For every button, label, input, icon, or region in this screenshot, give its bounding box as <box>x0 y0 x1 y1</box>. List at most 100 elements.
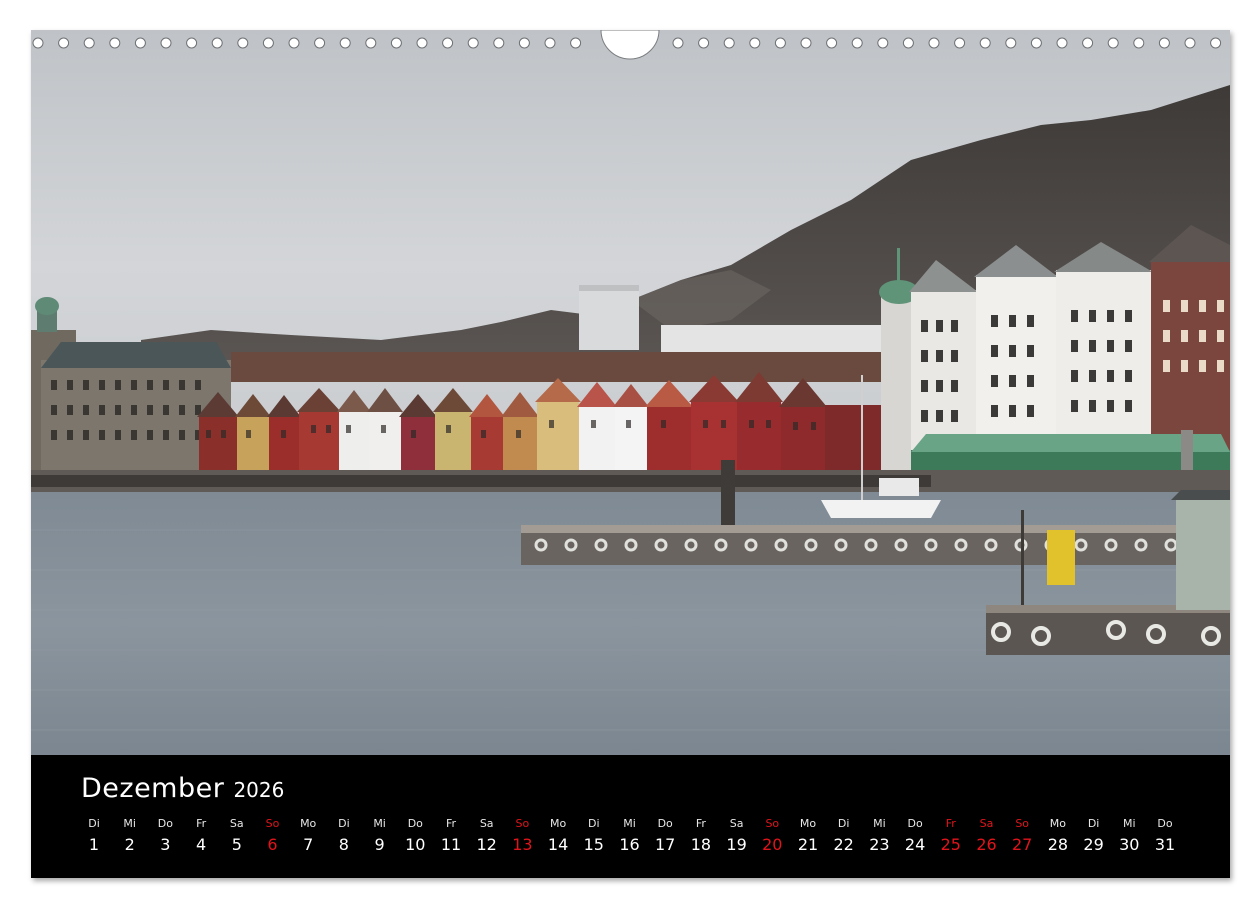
day-number: 1 <box>88 835 100 854</box>
weekday-label: Sa <box>729 817 744 830</box>
day-number: 31 <box>1154 835 1176 854</box>
harbor-photo <box>31 30 1230 755</box>
binding-hole <box>826 37 838 49</box>
weekday-label: Mi <box>1123 817 1136 830</box>
binding-hole <box>1107 37 1119 49</box>
day-cell: Di 29 <box>1076 817 1112 859</box>
binding-hole <box>211 37 223 49</box>
day-number: 24 <box>904 835 926 854</box>
day-number: 28 <box>1047 835 1069 854</box>
weekday-label: Fr <box>695 817 706 830</box>
weekday-label: Mi <box>373 817 386 830</box>
binding-hole <box>237 37 249 49</box>
month-name: Dezember <box>81 773 225 804</box>
day-number: 21 <box>797 835 819 854</box>
binding-hole <box>954 37 966 49</box>
weekday-label: So <box>765 817 780 830</box>
binding-hole <box>749 37 761 49</box>
day-number: 25 <box>940 835 961 854</box>
binding-hole <box>467 37 479 49</box>
weekday-label: Mo <box>549 817 567 830</box>
binding-hole <box>365 37 377 49</box>
day-cell: So 6 <box>255 817 291 859</box>
day-cell: Di 15 <box>576 817 612 859</box>
binding-hole <box>160 37 172 49</box>
day-cell: Di 8 <box>326 817 362 859</box>
day-cell: Mi 30 <box>1111 817 1147 859</box>
year-label: 2026 <box>233 778 285 802</box>
binding-hole <box>1133 37 1145 49</box>
weekday-label: Fr <box>945 817 956 830</box>
day-cell: So 13 <box>504 817 540 859</box>
day-number: 29 <box>1083 835 1104 854</box>
day-number: 26 <box>976 835 997 854</box>
binding-hole <box>58 37 70 49</box>
day-cell: So 20 <box>754 817 790 859</box>
day-number: 4 <box>196 835 207 854</box>
weekday-label: Do <box>407 817 423 830</box>
binding-hole <box>851 37 863 49</box>
weekday-label: Mo <box>300 817 317 830</box>
weekday-label: Mo <box>799 817 817 830</box>
day-cell: Fr 18 <box>683 817 719 859</box>
day-number: 14 <box>547 835 569 854</box>
day-number: 13 <box>512 835 533 854</box>
binding-hole <box>544 37 556 49</box>
binding-hole <box>83 37 95 49</box>
binding-hole <box>928 37 940 49</box>
binding-hole <box>1005 37 1017 49</box>
day-number: 12 <box>476 835 497 854</box>
hanger-notch <box>600 29 660 60</box>
binding-hole <box>672 37 684 49</box>
weekday-label: Di <box>88 817 100 830</box>
day-number: 2 <box>124 835 135 854</box>
bryggen-harbor-illustration <box>31 30 1230 755</box>
weekday-label: Di <box>1087 817 1100 830</box>
day-cell: Sa 5 <box>219 817 255 859</box>
day-number: 23 <box>869 835 890 854</box>
spiral-binding <box>31 29 1230 60</box>
binding-hole <box>518 37 530 49</box>
binding-hole <box>570 37 582 49</box>
day-cell: Di 22 <box>826 817 862 859</box>
weekday-label: Mi <box>123 817 136 830</box>
day-cell: Do 3 <box>147 817 183 859</box>
day-cell: Sa 12 <box>469 817 505 859</box>
day-cell: So 27 <box>1004 817 1040 859</box>
month-title: Dezember 2026 <box>81 773 284 804</box>
day-number: 6 <box>267 835 278 854</box>
day-number: 17 <box>655 835 676 854</box>
day-cell: Mi 16 <box>612 817 648 859</box>
binding-hole <box>1158 37 1170 49</box>
binding-hole <box>1030 37 1042 49</box>
day-number: 11 <box>440 835 462 854</box>
binding-hole <box>262 37 274 49</box>
binding-hole <box>390 37 402 49</box>
day-cell: Fr 11 <box>433 817 469 859</box>
day-number: 15 <box>583 835 604 854</box>
day-number: 18 <box>690 835 712 854</box>
day-cell: Do 10 <box>397 817 433 859</box>
weekday-label: Di <box>588 817 600 830</box>
day-number: 8 <box>338 835 349 854</box>
weekday-label: Fr <box>445 817 457 830</box>
weekday-label: So <box>265 817 280 830</box>
weekday-label: Di <box>837 817 850 830</box>
day-cell: Sa 19 <box>719 817 755 859</box>
binding-hole <box>774 37 786 49</box>
weekday-label: Mo <box>1049 817 1066 830</box>
weekday-label: So <box>515 817 530 830</box>
binding-hole <box>339 37 351 49</box>
day-cell: Fr 25 <box>933 817 969 859</box>
day-cell: Do 17 <box>647 817 683 859</box>
day-number: 3 <box>160 835 171 854</box>
day-number: 5 <box>231 835 242 854</box>
day-grid: Di 1 Mi 2 Do 3 Fr 4 Sa 5 So 6 Mo 7 Di 8 Mi 9 Do 10 Fr 11 Sa 12 S… <box>31 817 1230 867</box>
day-number: 19 <box>726 835 747 854</box>
day-number: 10 <box>405 835 426 854</box>
binding-hole <box>877 37 889 49</box>
day-number: 30 <box>1119 835 1140 854</box>
day-number: 22 <box>833 835 854 854</box>
binding-hole <box>723 37 735 49</box>
day-cell: Mi 9 <box>362 817 398 859</box>
